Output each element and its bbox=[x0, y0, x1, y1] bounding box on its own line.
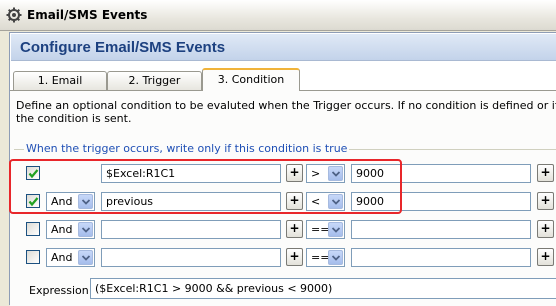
chevron-down-icon[interactable] bbox=[328, 166, 343, 181]
condition-description: Define an optional condition to be evalu… bbox=[16, 99, 556, 125]
condition-row-4: And + == + bbox=[0, 248, 554, 269]
tab-strip: 1. Email 2. Trigger 3. Condition bbox=[10, 68, 556, 91]
condition-row-2: And previous + < 9000 + bbox=[0, 192, 554, 213]
row-4-left-operand-field[interactable] bbox=[101, 248, 281, 267]
row-4-enable-checkbox[interactable] bbox=[26, 250, 40, 264]
row-3-operator-select[interactable]: == bbox=[306, 220, 345, 239]
row-3-left-add-button[interactable]: + bbox=[286, 220, 303, 238]
row-1-left-add-button[interactable]: + bbox=[286, 164, 303, 182]
row-2-operator-select[interactable]: < bbox=[306, 192, 345, 211]
row-3-right-add-button[interactable]: + bbox=[537, 220, 554, 238]
title-bar: Email/SMS Events bbox=[0, 0, 556, 31]
row-2-enable-checkbox[interactable] bbox=[26, 194, 40, 208]
row-4-logic-select[interactable]: And bbox=[46, 248, 95, 267]
condition-row-3: And + == + bbox=[0, 220, 554, 241]
tab-email[interactable]: 1. Email bbox=[13, 71, 107, 90]
row-1-left-operand-field[interactable]: $Excel:R1C1 bbox=[101, 164, 281, 183]
expression-label: Expression: bbox=[29, 284, 93, 297]
tab-trigger[interactable]: 2. Trigger bbox=[107, 71, 202, 90]
group-label: When the trigger occurs, write only if t… bbox=[24, 142, 350, 155]
row-2-right-operand-field[interactable]: 9000 bbox=[351, 192, 531, 211]
row-1-right-add-button[interactable]: + bbox=[537, 164, 554, 182]
row-4-operator-select[interactable]: == bbox=[306, 248, 345, 267]
row-2-left-operand-field[interactable]: previous bbox=[101, 192, 281, 211]
page-title: Configure Email/SMS Events bbox=[20, 39, 226, 56]
row-4-right-add-button[interactable]: + bbox=[537, 248, 554, 266]
row-2-right-add-button[interactable]: + bbox=[537, 192, 554, 210]
row-4-right-operand-field[interactable] bbox=[351, 248, 531, 267]
chevron-down-icon[interactable] bbox=[328, 250, 343, 265]
gear-icon bbox=[6, 7, 22, 23]
row-1-operator-select[interactable]: > bbox=[306, 164, 345, 183]
checkmark-icon bbox=[28, 197, 39, 207]
tab-condition[interactable]: 3. Condition bbox=[202, 68, 300, 91]
chevron-down-icon[interactable] bbox=[78, 222, 93, 237]
chevron-down-icon[interactable] bbox=[328, 194, 343, 209]
page-header: Configure Email/SMS Events bbox=[11, 34, 556, 61]
row-3-logic-select[interactable]: And bbox=[46, 220, 95, 239]
row-2-logic-select[interactable]: And bbox=[46, 192, 95, 211]
chevron-down-icon[interactable] bbox=[78, 250, 93, 265]
row-4-left-add-button[interactable]: + bbox=[286, 248, 303, 266]
row-3-right-operand-field[interactable] bbox=[351, 220, 531, 239]
row-3-enable-checkbox[interactable] bbox=[26, 222, 40, 236]
condition-row-1: $Excel:R1C1 + > 9000 + bbox=[0, 164, 554, 185]
expression-field[interactable]: ($Excel:R1C1 > 9000 && previous < 9000) bbox=[90, 278, 556, 299]
chevron-down-icon[interactable] bbox=[78, 194, 93, 209]
row-1-right-operand-field[interactable]: 9000 bbox=[351, 164, 531, 183]
checkmark-icon bbox=[28, 169, 39, 179]
window-title: Email/SMS Events bbox=[27, 8, 148, 22]
row-2-left-add-button[interactable]: + bbox=[286, 192, 303, 210]
row-3-left-operand-field[interactable] bbox=[101, 220, 281, 239]
row-1-enable-checkbox[interactable] bbox=[26, 166, 40, 180]
chevron-down-icon[interactable] bbox=[328, 222, 343, 237]
